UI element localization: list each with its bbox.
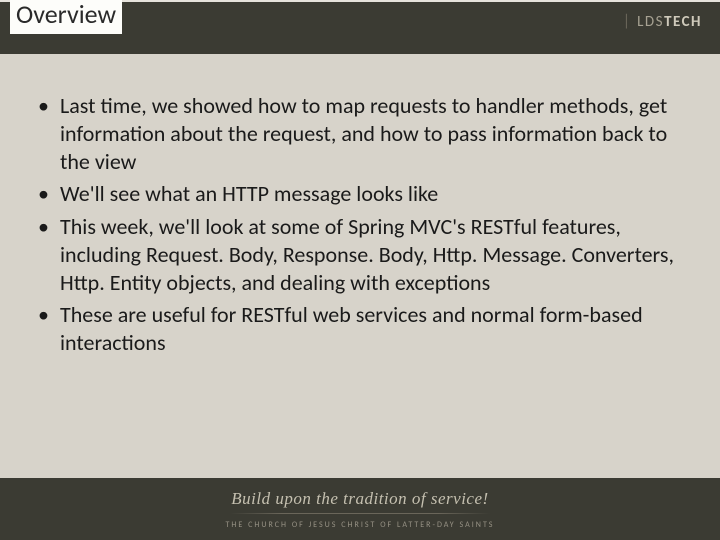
slide-content: Last time, we showed how to map requests… bbox=[0, 54, 720, 357]
title-container: Overview bbox=[10, 0, 122, 34]
list-item: Last time, we showed how to map requests… bbox=[38, 92, 682, 176]
logo-text-lds: LDS bbox=[637, 13, 664, 31]
footer-subline: The Church of Jesus Christ of Latter-day… bbox=[226, 520, 495, 530]
slide-header: Overview | LDSTECH bbox=[0, 0, 720, 54]
list-item: These are useful for RESTful web service… bbox=[38, 301, 682, 357]
footer-tagline: Build upon the tradition of service! bbox=[231, 489, 488, 509]
logo-text-tech: TECH bbox=[664, 13, 702, 31]
brand-logo: | LDSTECH bbox=[623, 12, 702, 31]
list-item: We'll see what an HTTP message looks lik… bbox=[38, 180, 682, 208]
slide-footer: Build upon the tradition of service! The… bbox=[0, 478, 720, 540]
slide-title: Overview bbox=[10, 0, 122, 34]
bullet-list: Last time, we showed how to map requests… bbox=[38, 92, 682, 357]
logo-separator: | bbox=[623, 12, 631, 31]
footer-divider bbox=[230, 513, 490, 514]
list-item: This week, we'll look at some of Spring … bbox=[38, 213, 682, 297]
